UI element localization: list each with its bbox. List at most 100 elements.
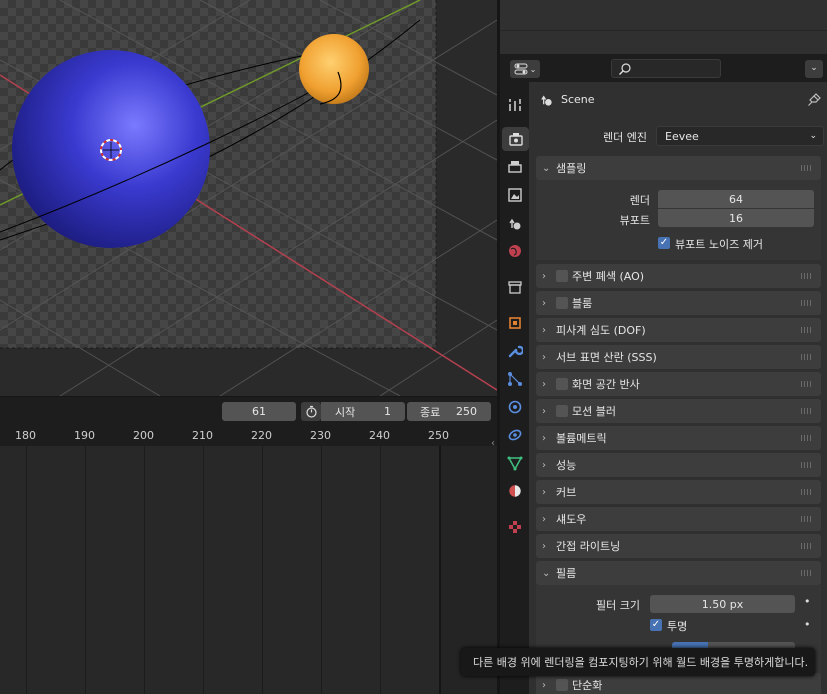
panel-enable-checkbox[interactable] (556, 270, 568, 282)
render-samples-field[interactable]: 64 (658, 190, 814, 208)
panel-title: 단순화 (572, 679, 603, 692)
drag-handle[interactable] (801, 354, 813, 360)
panel-bloom[interactable]: › 블룸 (536, 291, 821, 315)
tab-collection[interactable] (503, 275, 527, 299)
chevron-down-icon: ⌄ (810, 63, 818, 73)
panel-sampling[interactable]: ⌄ 샘플링 (536, 156, 821, 180)
drag-handle[interactable] (801, 408, 813, 414)
panel-enable-checkbox[interactable] (556, 405, 568, 417)
output-icon (508, 161, 522, 173)
panel-motion-blur[interactable]: › 모션 블러 (536, 399, 821, 423)
drag-handle[interactable] (801, 165, 813, 171)
tab-constraints[interactable] (503, 423, 527, 447)
drag-handle[interactable] (801, 516, 813, 522)
tab-scene[interactable] (503, 211, 527, 235)
panel-title: 모션 블러 (572, 405, 616, 418)
current-frame-field[interactable]: 61 (222, 402, 296, 421)
viewport-samples-label: 뷰포트 (619, 214, 650, 227)
drag-handle[interactable] (801, 435, 813, 441)
panel-subsurface-scattering[interactable]: › 서브 표면 산란 (SSS) (536, 345, 821, 369)
pin-icon[interactable] (807, 93, 821, 107)
chevron-right-icon: › (542, 405, 546, 417)
drag-handle[interactable] (801, 273, 813, 279)
3d-cursor[interactable] (100, 139, 122, 161)
wrench-icon (508, 345, 523, 358)
tab-data[interactable] (503, 451, 527, 475)
panel-title: 볼륨메트릭 (556, 432, 607, 445)
tab-physics[interactable] (503, 395, 527, 419)
drag-handle[interactable] (801, 462, 813, 468)
panel-title: 필름 (556, 567, 577, 580)
panel-film[interactable]: ⌄ 필름 (536, 561, 821, 585)
chevron-right-icon: › (542, 486, 546, 498)
timeline-area[interactable] (0, 446, 497, 694)
viewport-samples-field[interactable]: 16 (658, 209, 814, 227)
render-samples-label: 렌더 (629, 194, 650, 207)
orange-sphere[interactable] (299, 34, 369, 104)
end-value: 250 (456, 405, 477, 418)
transparent-checkbox[interactable]: ✓ (650, 619, 662, 631)
tab-render[interactable] (502, 127, 529, 151)
chevron-right-icon: › (542, 679, 546, 691)
timeline-header: 61 시작 1 종료 250 (0, 396, 497, 424)
drag-handle[interactable] (801, 381, 813, 387)
keyframe-dot-icon[interactable]: • (804, 595, 811, 608)
tab-view-layer[interactable] (503, 183, 527, 207)
drag-handle[interactable] (801, 300, 813, 306)
breadcrumb: Scene (539, 92, 595, 107)
panel-enable-checkbox[interactable] (556, 297, 568, 309)
tab-world[interactable] (503, 239, 527, 263)
start-frame-field[interactable]: 시작 1 (321, 402, 405, 421)
render-engine-select[interactable]: Eevee ⌄ (656, 126, 824, 146)
tab-material[interactable] (503, 479, 527, 503)
tab-output[interactable] (503, 155, 527, 179)
panel-simplify[interactable]: › 단순화 (536, 673, 821, 694)
viewport-denoise-checkbox[interactable]: ✓ (658, 237, 670, 249)
panel-shadows[interactable]: › 섀도우 (536, 507, 821, 531)
panel-ambient-occlusion[interactable]: › 주변 폐색 (AO) (536, 264, 821, 288)
drag-handle[interactable] (801, 543, 813, 549)
particles-icon (508, 372, 522, 386)
outliner-area[interactable] (500, 0, 827, 54)
stopwatch-icon[interactable] (301, 402, 321, 421)
chevron-right-icon: › (542, 513, 546, 525)
chevron-right-icon: › (542, 459, 546, 471)
panel-screen-space-reflections[interactable]: › 화면 공간 반사 (536, 372, 821, 396)
tab-tool[interactable] (503, 93, 527, 117)
panel-curves[interactable]: › 커브 (536, 480, 821, 504)
3d-viewport[interactable] (0, 0, 497, 396)
sampling-body: 렌더 64 뷰포트 16 ✓ 뷰포트 노이즈 제거 (536, 180, 821, 260)
drag-handle[interactable] (801, 327, 813, 333)
frame-tick: 180 (15, 429, 36, 442)
chevron-right-icon: › (542, 378, 546, 390)
filter-size-field[interactable]: 1.50 px (650, 595, 795, 613)
properties-tabs (500, 82, 529, 694)
drag-handle[interactable] (801, 570, 813, 576)
panel-enable-checkbox[interactable] (556, 378, 568, 390)
panel-title: 섀도우 (556, 513, 587, 526)
panel-title: 서브 표면 산란 (SSS) (556, 351, 657, 364)
render-icon (508, 133, 523, 146)
tab-texture[interactable] (503, 515, 527, 539)
search-icon (619, 63, 631, 75)
editor-type-button[interactable]: ⌄ (510, 60, 540, 78)
tab-particles[interactable] (503, 367, 527, 391)
timeline-ruler[interactable]: 180 190 200 210 220 230 240 250 (0, 424, 497, 446)
tab-object[interactable] (503, 311, 527, 335)
panel-volumetrics[interactable]: › 볼륨메트릭 (536, 426, 821, 450)
keyframe-dot-icon[interactable]: • (804, 618, 811, 631)
options-dropdown[interactable]: ⌄ (805, 60, 823, 78)
scene-name: Scene (561, 93, 595, 106)
tab-modifiers[interactable] (503, 339, 527, 363)
physics-icon (508, 400, 522, 414)
panel-title: 블룸 (572, 297, 593, 310)
panel-performance[interactable]: › 성능 (536, 453, 821, 477)
panel-enable-checkbox[interactable] (556, 679, 568, 691)
chevron-down-icon: ⌄ (542, 162, 551, 174)
panel-depth-of-field[interactable]: › 피사계 심도 (DOF) (536, 318, 821, 342)
viewport-scene (0, 0, 497, 396)
drag-handle[interactable] (801, 489, 813, 495)
search-input[interactable] (611, 59, 721, 78)
end-frame-field[interactable]: 종료 250 (407, 402, 491, 421)
panel-indirect-lighting[interactable]: › 간접 라이트닝 (536, 534, 821, 558)
